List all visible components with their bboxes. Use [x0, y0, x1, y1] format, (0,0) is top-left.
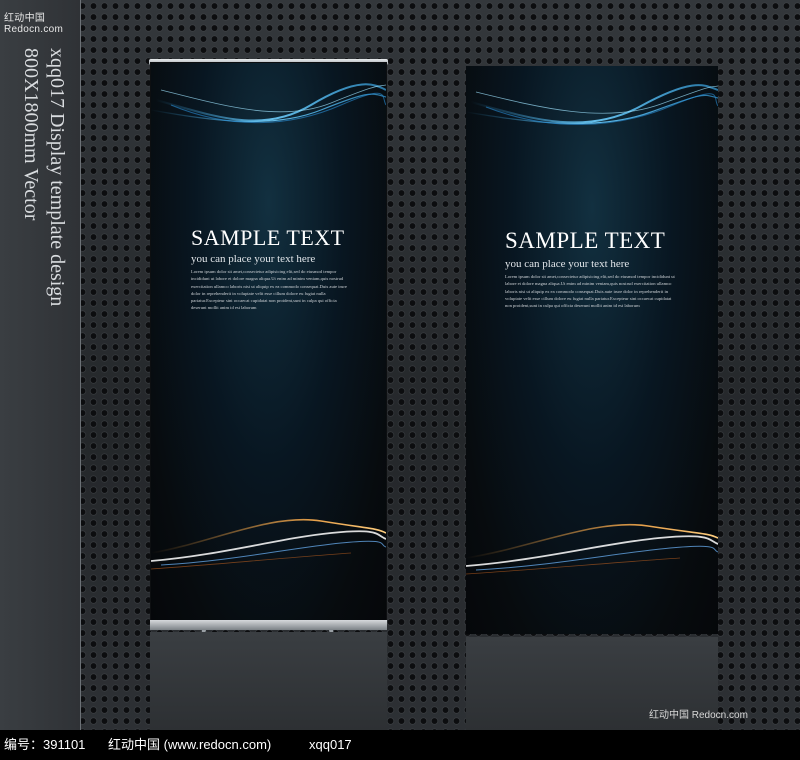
- banner-1-title: SAMPLE TEXT: [191, 225, 345, 250]
- rollup-banner-1: SAMPLE TEXT you can place your text here…: [151, 63, 386, 620]
- left-caption-strip: 红动中国 Redocn.com xqq017 Display template …: [0, 0, 81, 730]
- banner-1-body-text: Lorem ipsum dolor sit amet,consectetur a…: [191, 269, 347, 311]
- perforated-metal-background: 红动中国 Redocn.com xqq017 Display template …: [0, 0, 800, 730]
- footer-bar: 编号：391101 红动中国 (www.redocn.com) xqq017: [0, 730, 800, 760]
- footer-id: 编号：391101: [4, 737, 86, 752]
- blue-light-wave-top: [151, 83, 386, 124]
- watermark-bottom-right: 红动中国 Redocn.com: [649, 710, 748, 721]
- orange-light-wave-bottom: [466, 523, 718, 575]
- footer-site: 红动中国 (www.redocn.com): [108, 737, 272, 752]
- footer-code: xqq017: [309, 737, 352, 752]
- watermark-top-left: 红动中国 Redocn.com: [4, 13, 64, 35]
- floor-block-1: [150, 632, 387, 730]
- banner-2-title: SAMPLE TEXT: [505, 228, 666, 253]
- orange-light-wave-bottom: [151, 518, 386, 570]
- blue-light-wave-top: [466, 84, 718, 125]
- display-banner-2: SAMPLE TEXT you can place your text here…: [466, 66, 718, 634]
- banner-1-subtitle: you can place your text here: [191, 253, 316, 265]
- banner-2-subtitle: you can place your text here: [505, 258, 630, 270]
- vertical-caption: xqq017 Display template design 800X1800m…: [20, 48, 68, 307]
- banner-2-body-text: Lorem ipsum dolor sit amet,consectetur a…: [505, 274, 675, 309]
- rollup-stand-base: [150, 620, 387, 630]
